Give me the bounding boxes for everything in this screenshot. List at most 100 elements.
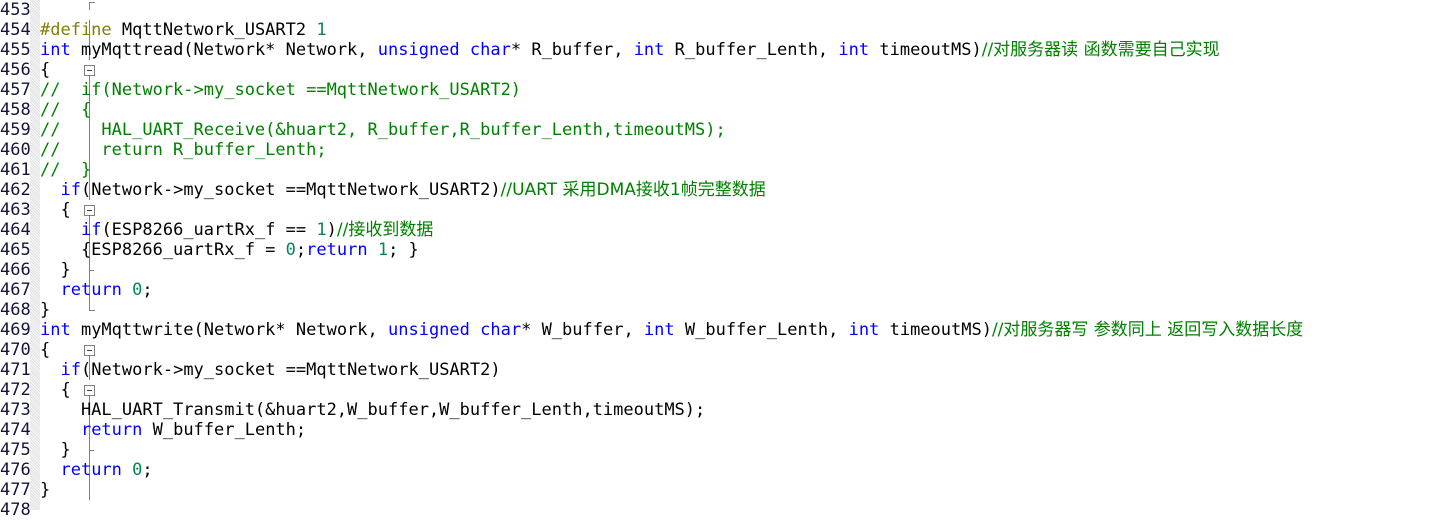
line-number: 467 (0, 280, 31, 300)
code-token-cmt: // return R_buffer_Lenth; (40, 140, 327, 160)
code-line[interactable]: if(Network->my_socket ==MqttNetwork_USAR… (40, 360, 501, 380)
gutter-texture-strip (30, 0, 40, 510)
line-number: 456 (0, 60, 31, 80)
code-token-txt: myMqttwrite(Network* Network, (70, 320, 388, 340)
code-token-kw: return (60, 280, 122, 300)
code-line[interactable]: // } (40, 160, 91, 180)
code-token-kw: char (480, 320, 522, 340)
code-token-num: 1 (316, 220, 327, 240)
line-number: 472 (0, 380, 31, 400)
code-line[interactable]: HAL_UART_Transmit(&huart2,W_buffer,W_buf… (40, 400, 705, 420)
code-token-kw: unsigned (388, 320, 470, 340)
code-line[interactable]: #define MqttNetwork_USART2 1 (40, 20, 327, 40)
code-token-txt: { (40, 380, 71, 400)
code-token-txt: (ESP8266_uartRx_f == (101, 220, 317, 240)
code-token-kw: return (306, 240, 368, 260)
code-token-num: 1 (377, 240, 389, 260)
line-number: 464 (0, 220, 31, 240)
code-token-cmt: //对服务器写 参数同上 返回写入数据长度 (991, 320, 1304, 340)
code-token-kw: int (40, 320, 71, 340)
code-token-txt: MqttNetwork_USART2 (111, 20, 317, 40)
code-token-num: 1 (316, 20, 327, 40)
code-line[interactable]: return W_buffer_Lenth; (40, 420, 306, 440)
line-number: 457 (0, 80, 31, 100)
code-token-txt: {ESP8266_uartRx_f = (40, 240, 286, 260)
code-token-cmt: // } (40, 160, 92, 180)
code-token-cmt: //UART 采用DMA接收1帧完整数据 (500, 180, 766, 200)
code-token-cmt: // if(Network->my_socket ==MqttNetwork_U… (40, 80, 522, 100)
code-line[interactable]: { (40, 380, 71, 400)
code-line[interactable]: { (40, 340, 50, 360)
line-number: 463 (0, 200, 31, 220)
code-line[interactable]: } (40, 480, 50, 500)
code-editor[interactable]: 453 454 455 456 457 458 459 460 461 462 463 464 465 4… (0, 0, 1430, 520)
code-token-txt: * R_buffer, (510, 40, 634, 60)
code-line[interactable]: // if(Network->my_socket ==MqttNetwork_U… (40, 80, 521, 100)
line-number: 455 (0, 40, 31, 60)
code-token-txt: R_buffer_Lenth, (664, 40, 839, 60)
code-line[interactable]: // HAL_UART_Receive(&huart2, R_buffer,R_… (40, 120, 726, 140)
line-number: 465 (0, 240, 31, 260)
code-content-area[interactable]: #define MqttNetwork_USART2 1 int myMqttre… (40, 0, 1430, 510)
line-number: 478 (0, 500, 31, 520)
code-token-txt: ; (142, 460, 153, 480)
code-line[interactable]: return 0; (40, 280, 152, 300)
code-token-txt: ; } (388, 240, 419, 260)
code-line[interactable]: { (40, 60, 50, 80)
code-token-txt: } (40, 440, 71, 460)
code-token-txt: * W_buffer, (521, 320, 644, 340)
code-token-pre: #define (40, 20, 112, 40)
line-number: 453 (0, 0, 31, 20)
line-number: 477 (0, 480, 31, 500)
line-number: 454 (0, 20, 31, 40)
code-token-txt: timeoutMS) (879, 320, 992, 340)
code-line[interactable]: // { (40, 100, 91, 120)
code-token-kw: int (848, 320, 880, 340)
code-line[interactable]: } (40, 260, 71, 280)
code-line[interactable]: } (40, 300, 50, 320)
code-token-txt: HAL_UART_Transmit(&huart2,W_buffer,W_buf… (40, 400, 706, 420)
line-number: 473 (0, 400, 31, 420)
line-number-gutter: 453 454 455 456 457 458 459 460 461 462 463 464 465 4… (0, 0, 40, 520)
code-token-kw: if (60, 360, 81, 380)
code-line[interactable]: return 0; (40, 460, 153, 480)
code-line[interactable]: if(Network->my_socket ==MqttNetwork_USAR… (40, 180, 766, 200)
code-token-txt: (Network->my_socket ==MqttNetwork_USART2… (80, 360, 501, 380)
code-token-kw: unsigned (377, 40, 460, 60)
code-line[interactable]: if(ESP8266_uartRx_f == 1)//接收到数据 (40, 220, 433, 240)
code-line[interactable]: { (40, 200, 70, 220)
code-line[interactable]: // return R_buffer_Lenth; (40, 140, 327, 160)
line-number: 459 (0, 120, 31, 140)
line-number: 460 (0, 140, 31, 160)
code-token-num: 0 (285, 240, 296, 260)
code-token-kw: char (469, 40, 511, 60)
code-token-txt: W_buffer_Lenth, (674, 320, 849, 340)
code-line[interactable]: int myMqttwrite(Network* Network, unsign… (40, 320, 1303, 340)
code-token-txt: } (40, 300, 51, 320)
code-line[interactable]: int myMqttread(Network* Network, unsigne… (40, 40, 1220, 60)
code-token-txt: (Network->my_socket ==MqttNetwork_USART2… (80, 180, 501, 200)
code-token-txt: } (40, 260, 71, 280)
line-number: 462 (0, 180, 31, 200)
code-token-txt: W_buffer_Lenth; (142, 420, 307, 440)
code-token-kw: int (40, 40, 71, 60)
line-number: 458 (0, 100, 31, 120)
code-token-cmt: //对服务器读 函数需要自己实现 (981, 40, 1220, 60)
code-token-cmt: // HAL_UART_Receive(&huart2, R_buffer,R_… (40, 120, 726, 140)
code-token-txt: myMqttread(Network* Network, (70, 40, 378, 60)
code-line[interactable]: {ESP8266_uartRx_f = 0;return 1; } (40, 240, 419, 260)
code-token-txt: { (40, 340, 51, 360)
code-token-kw: int (838, 40, 870, 60)
code-token-kw: int (643, 320, 675, 340)
code-token-cmt: //接收到数据 (336, 220, 434, 240)
code-line[interactable]: } (40, 440, 71, 460)
